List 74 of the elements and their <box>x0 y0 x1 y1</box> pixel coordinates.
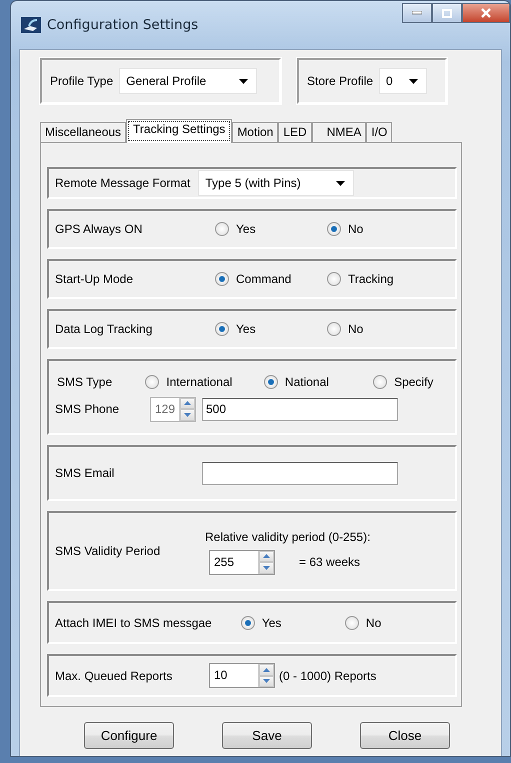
radio-button[interactable] <box>215 272 229 286</box>
radio-label: No <box>348 221 364 238</box>
field-label: Start-Up Mode <box>55 271 134 288</box>
tab[interactable]: LED <box>278 122 312 142</box>
app-icon <box>21 17 41 33</box>
field-note: (0 - 1000) Reports <box>279 668 376 684</box>
field-label: Remote Message Format <box>55 175 190 192</box>
radio-label: Tracking <box>348 271 394 288</box>
dialog-button[interactable]: Configure <box>84 722 174 749</box>
minimize-button[interactable] <box>402 3 432 23</box>
radio-label: Command <box>236 271 292 288</box>
field-note: = 63 weeks <box>299 554 360 571</box>
radio-button[interactable] <box>145 374 160 388</box>
radio-label: National <box>284 374 329 390</box>
field-label: SMS Validity Period <box>55 543 162 560</box>
field-label: SMS Email <box>55 465 116 482</box>
tab[interactable]: NMEA <box>312 122 366 142</box>
down-arrow-icon[interactable] <box>184 412 191 417</box>
radio-label: Yes <box>262 614 282 632</box>
up-arrow-icon[interactable] <box>263 668 270 672</box>
down-arrow-icon[interactable] <box>263 566 270 570</box>
field-caption: Relative validity period (0-255): <box>205 528 370 546</box>
field-label: SMS Phone <box>55 401 120 418</box>
spin-field[interactable]: 129 <box>150 396 196 422</box>
tab[interactable]: Tracking Settings <box>126 119 232 143</box>
window-title: Configuration Settings <box>47 16 198 35</box>
radio-label: No <box>366 614 382 632</box>
radio-button[interactable] <box>264 374 278 388</box>
radio-label: Yes <box>236 221 256 238</box>
spin-field[interactable]: 10 <box>209 663 275 688</box>
tab[interactable]: Motion <box>232 122 278 142</box>
caret-icon <box>336 180 346 186</box>
radio-button[interactable] <box>327 222 341 236</box>
close-icon <box>481 8 491 18</box>
radio-label: Specify <box>394 374 434 390</box>
tab[interactable]: I/O <box>366 122 392 142</box>
dropdown-value: General Profile <box>126 73 206 90</box>
field-label: Max. Queued Reports <box>55 668 174 684</box>
minimize-icon <box>412 11 422 15</box>
radio-button[interactable] <box>327 322 341 336</box>
input-field[interactable] <box>202 462 398 484</box>
spin-field[interactable]: 255 <box>209 550 275 574</box>
dialog-button[interactable]: Close <box>360 722 450 749</box>
field-label: Data Log Tracking <box>55 321 154 338</box>
dropdown-value: Type 5 (with Pins) <box>205 175 301 192</box>
radio-button[interactable] <box>373 374 388 388</box>
dropdown-value: 0 <box>386 73 393 90</box>
field-label: SMS Type <box>56 374 114 390</box>
caret-icon <box>409 78 418 84</box>
radio-button[interactable] <box>215 222 229 236</box>
maximize-icon <box>442 8 452 18</box>
dropdown[interactable]: General Profile <box>119 68 258 94</box>
radio-button[interactable] <box>240 616 255 630</box>
radio-label: International <box>166 374 232 390</box>
tab[interactable]: Miscellaneous <box>40 122 126 142</box>
caret-icon <box>239 78 248 84</box>
dialog-button[interactable]: Save <box>222 722 312 749</box>
dropdown[interactable]: 0 <box>379 68 428 94</box>
field-label: Store Profile <box>307 73 374 90</box>
input-field[interactable]: 500 <box>202 398 398 420</box>
dropdown[interactable]: Type 5 (with Pins) <box>198 170 354 196</box>
field-label: Profile Type <box>50 73 114 90</box>
down-arrow-icon[interactable] <box>263 679 270 684</box>
field-label: GPS Always ON <box>55 221 144 238</box>
radio-button[interactable] <box>344 616 359 630</box>
maximize-button[interactable] <box>432 3 462 23</box>
up-arrow-icon[interactable] <box>184 401 191 406</box>
close-button[interactable] <box>462 3 510 23</box>
radio-button[interactable] <box>215 322 229 336</box>
radio-label: Yes <box>236 321 256 338</box>
up-arrow-icon[interactable] <box>263 554 270 558</box>
radio-button[interactable] <box>327 272 341 286</box>
radio-label: No <box>348 321 364 338</box>
field-label: Attach IMEI to SMS messgae <box>55 614 213 632</box>
